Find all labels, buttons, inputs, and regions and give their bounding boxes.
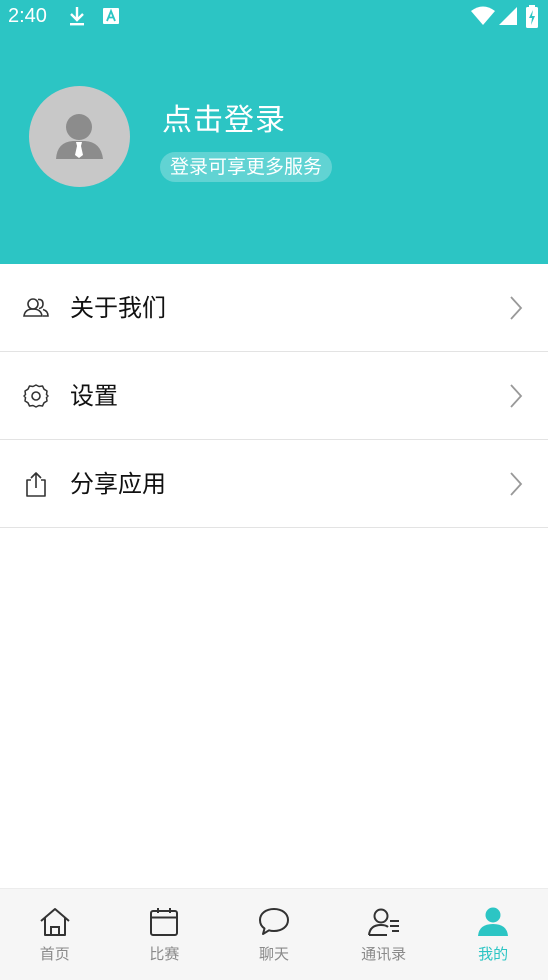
login-title[interactable]: 点击登录 xyxy=(162,102,286,140)
status-bar: 2:40 xyxy=(0,0,548,34)
bottom-navigation: 首页 比赛 聊天 通讯录 我的 xyxy=(0,888,548,980)
nav-item-home[interactable]: 首页 xyxy=(0,889,110,980)
notification-a-icon xyxy=(100,5,122,27)
share-icon xyxy=(22,470,50,498)
profile-header: 2:40 点击登录 登录可享更多服务 xyxy=(0,0,548,264)
nav-label: 我的 xyxy=(478,945,509,963)
gear-icon xyxy=(22,382,50,410)
calendar-icon xyxy=(147,905,181,939)
menu-item-settings[interactable]: 设置 xyxy=(0,352,548,440)
wifi-icon xyxy=(470,5,496,27)
nav-label: 聊天 xyxy=(258,945,289,963)
users-icon xyxy=(22,294,50,322)
battery-charging-icon xyxy=(525,5,539,28)
status-time: 2:40 xyxy=(8,5,47,27)
home-icon xyxy=(38,905,72,939)
settings-menu: 关于我们 设置 分享应用 xyxy=(0,264,548,528)
contacts-icon xyxy=(367,905,401,939)
nav-item-matches[interactable]: 比赛 xyxy=(110,889,220,980)
menu-item-label: 关于我们 xyxy=(70,294,166,322)
menu-item-label: 分享应用 xyxy=(70,470,166,498)
nav-item-contacts[interactable]: 通讯录 xyxy=(329,889,439,980)
person-icon xyxy=(476,905,510,939)
nav-label: 比赛 xyxy=(149,945,180,963)
nav-item-chat[interactable]: 聊天 xyxy=(219,889,329,980)
chevron-right-icon xyxy=(508,383,524,409)
download-icon xyxy=(66,5,88,27)
nav-label: 首页 xyxy=(39,945,70,963)
nav-item-mine[interactable]: 我的 xyxy=(438,889,548,980)
menu-item-about-us[interactable]: 关于我们 xyxy=(0,264,548,352)
chevron-right-icon xyxy=(508,471,524,497)
profile-screen: 2:40 点击登录 登录可享更多服务 关于我们 设置 分享应用 首页 比赛 聊天… xyxy=(0,0,548,980)
default-user-avatar-icon xyxy=(56,114,103,159)
login-subtitle-badge: 登录可享更多服务 xyxy=(160,152,333,182)
menu-item-share-app[interactable]: 分享应用 xyxy=(0,440,548,528)
avatar[interactable] xyxy=(29,86,130,187)
nav-label: 通讯录 xyxy=(361,945,407,963)
signal-icon xyxy=(497,5,519,27)
menu-item-label: 设置 xyxy=(70,382,118,410)
chat-icon xyxy=(257,905,291,939)
chevron-right-icon xyxy=(508,295,524,321)
